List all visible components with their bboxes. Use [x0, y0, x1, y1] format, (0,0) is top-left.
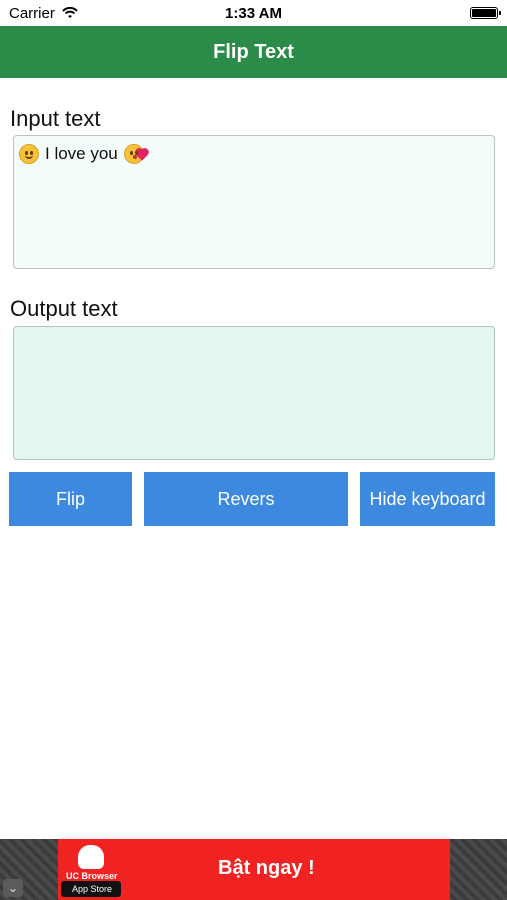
chevron-down-icon[interactable]: ⌄ [3, 879, 23, 897]
ad-banner[interactable]: UC Browser App Store Bật ngay ! ⌄ [0, 839, 507, 900]
revers-button[interactable]: Revers [144, 472, 348, 526]
face-blowing-kiss-icon [123, 144, 148, 164]
flip-button[interactable]: Flip [9, 472, 132, 526]
app-store-badge[interactable]: App Store [61, 881, 121, 897]
input-value: I love you [19, 144, 148, 164]
ad-cta[interactable]: Bật ngay ! [218, 857, 315, 880]
output-textarea[interactable] [13, 326, 495, 460]
page-title: Flip Text [213, 40, 294, 63]
uc-browser-logo-icon [78, 845, 104, 869]
battery-icon [470, 7, 501, 19]
smiling-face-icon [19, 144, 39, 164]
app-store-label: App Store [71, 884, 113, 894]
nav-bar: Flip Text [0, 26, 507, 78]
input-label: Input text [10, 106, 101, 131]
input-text: I love you [45, 144, 118, 163]
output-label: Output text [10, 296, 118, 321]
hide-keyboard-button[interactable]: Hide keyboard [360, 472, 495, 526]
ad-content[interactable]: UC Browser App Store Bật ngay ! [58, 839, 450, 900]
status-time: 1:33 AM [225, 5, 282, 22]
status-bar: Carrier 1:33 AM [0, 0, 507, 26]
ad-brand: UC Browser [66, 871, 118, 881]
input-textarea[interactable]: I love you [13, 135, 495, 269]
